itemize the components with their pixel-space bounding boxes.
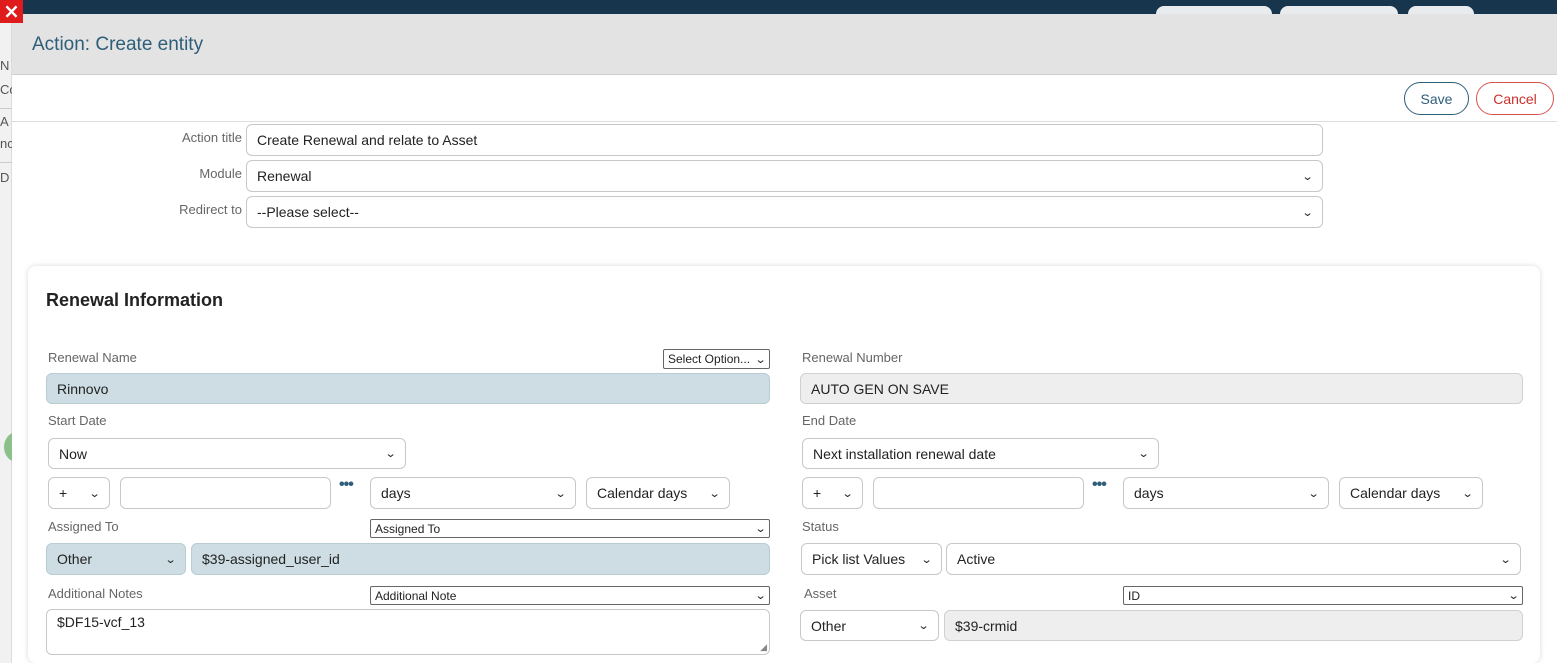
start-date-daytype-select[interactable]: Calendar days ⌄ [586, 477, 730, 509]
chevron-down-icon: ⌄ [554, 486, 567, 500]
module-label: Module [199, 166, 242, 181]
end-date-value: Next installation renewal date [813, 445, 996, 462]
end-date-daytype-select[interactable]: Calendar days ⌄ [1339, 477, 1483, 509]
create-entity-modal: Action: Create entity Save Cancel Action… [12, 14, 1557, 663]
renewal-number-value: AUTO GEN ON SAVE [811, 380, 949, 397]
app-top-bar [0, 0, 1557, 22]
status-label: Status [802, 519, 839, 534]
chevron-down-icon: ⌄ [920, 552, 933, 566]
chevron-down-icon: ⌄ [708, 486, 721, 500]
assigned-to-field-value: Assigned To [375, 521, 441, 536]
divider [0, 108, 12, 109]
asset-field-value: ID [1128, 588, 1140, 603]
renewal-name-input[interactable]: Rinnovo [46, 373, 770, 404]
chevron-down-icon: ⌄ [841, 486, 854, 500]
start-date-amount-input[interactable] [120, 477, 331, 509]
renewal-information-card: Renewal Information Renewal Name Select … [28, 266, 1540, 663]
background-text: A [0, 114, 9, 129]
asset-type-select[interactable]: Other ⌄ [800, 610, 939, 641]
chevron-down-icon: ⌄ [1507, 589, 1520, 602]
action-title-value: Create Renewal and relate to Asset [257, 132, 478, 148]
status-type-select[interactable]: Pick list Values ⌄ [801, 543, 942, 575]
start-date-unit-select[interactable]: days ⌄ [370, 477, 576, 509]
renewal-name-value: Rinnovo [57, 380, 109, 397]
chevron-down-icon: ⌄ [1307, 486, 1320, 500]
chevron-down-icon: ⌄ [754, 352, 767, 366]
divider [0, 162, 12, 163]
resize-handle-icon[interactable]: ◢ [760, 643, 767, 652]
redirect-value: --Please select-- [257, 204, 359, 220]
more-dots-icon[interactable]: ••• [339, 476, 354, 494]
assigned-to-input[interactable]: $39-assigned_user_id [191, 543, 770, 575]
asset-value: $39-crmid [955, 617, 1018, 634]
renewal-number-input: AUTO GEN ON SAVE [800, 373, 1523, 404]
end-date-unit-select[interactable]: days ⌄ [1123, 477, 1329, 509]
renewal-name-label: Renewal Name [48, 350, 137, 365]
assigned-to-type: Other [57, 551, 93, 567]
status-value: Active [957, 551, 996, 567]
additional-notes-textarea[interactable]: $DF15-vcf_13 ◢ [46, 609, 770, 655]
asset-field-select[interactable]: ID ⌄ [1123, 586, 1523, 605]
assigned-to-field-select[interactable]: Assigned To ⌄ [370, 519, 770, 538]
asset-label: Asset [804, 586, 837, 601]
asset-type: Other [811, 617, 847, 634]
modal-title: Action: Create entity [32, 34, 204, 55]
end-date-select[interactable]: Next installation renewal date ⌄ [802, 438, 1159, 469]
redirect-label: Redirect to [179, 202, 242, 217]
module-value: Renewal [257, 168, 312, 184]
more-dots-icon[interactable]: ••• [1092, 476, 1107, 494]
redirect-select[interactable]: --Please select-- ⌄ [246, 196, 1323, 228]
end-date-sign: + [813, 485, 822, 501]
assigned-to-label: Assigned To [48, 519, 119, 534]
start-date-sign: + [59, 485, 68, 501]
background-text: D [0, 170, 10, 185]
additional-notes-value: $DF15-vcf_13 [57, 614, 145, 630]
background-text: N [0, 58, 10, 73]
modal-header: Action: Create entity [12, 14, 1557, 75]
chevron-down-icon: ⌄ [1137, 447, 1150, 460]
end-date-amount-input[interactable] [873, 477, 1084, 509]
end-date-label: End Date [802, 413, 857, 428]
option-select-value: Select Option... [668, 352, 751, 366]
section-title: Renewal Information [46, 290, 224, 310]
additional-notes-field-select[interactable]: Additional Note ⌄ [370, 586, 770, 605]
chevron-down-icon: ⌄ [917, 619, 930, 632]
status-value-select[interactable]: Active ⌄ [946, 543, 1521, 575]
end-date-day-type: Calendar days [1350, 485, 1441, 501]
background-page-strip: N Co A nc D [0, 14, 17, 663]
end-date-unit: days [1134, 485, 1164, 501]
close-icon[interactable]: × [0, 0, 23, 23]
action-title-label: Action title [182, 130, 242, 145]
assigned-to-type-select[interactable]: Other ⌄ [46, 543, 186, 575]
chevron-down-icon: ⌄ [1499, 552, 1512, 566]
chevron-down-icon: ⌄ [1301, 169, 1314, 183]
chevron-down-icon: ⌄ [164, 552, 177, 566]
start-date-value: Now [59, 445, 88, 462]
renewal-number-label: Renewal Number [802, 350, 903, 365]
additional-notes-field-value: Additional Note [375, 588, 457, 603]
status-type: Pick list Values [812, 551, 906, 567]
cancel-button[interactable]: Cancel [1476, 82, 1554, 115]
start-date-label: Start Date [48, 413, 107, 428]
end-date-sign-select[interactable]: + ⌄ [802, 477, 863, 509]
chevron-down-icon: ⌄ [754, 522, 767, 535]
action-title-input[interactable]: Create Renewal and relate to Asset [246, 124, 1323, 156]
chevron-down-icon: ⌄ [754, 589, 767, 602]
start-date-unit: days [381, 485, 411, 501]
chevron-down-icon: ⌄ [1461, 486, 1474, 500]
chevron-down-icon: ⌄ [384, 447, 397, 460]
save-button[interactable]: Save [1404, 82, 1469, 115]
renewal-name-option-select[interactable]: Select Option... ⌄ [663, 349, 770, 369]
modal-toolbar: Save Cancel [12, 75, 1557, 122]
additional-notes-label: Additional Notes [48, 586, 143, 601]
asset-input[interactable]: $39-crmid [944, 610, 1523, 641]
assigned-to-value: $39-assigned_user_id [202, 551, 340, 567]
module-select[interactable]: Renewal ⌄ [246, 160, 1323, 192]
chevron-down-icon: ⌄ [1301, 205, 1314, 219]
start-date-sign-select[interactable]: + ⌄ [48, 477, 110, 509]
chevron-down-icon: ⌄ [88, 486, 101, 500]
start-date-select[interactable]: Now ⌄ [48, 438, 406, 469]
start-date-day-type: Calendar days [597, 485, 688, 501]
